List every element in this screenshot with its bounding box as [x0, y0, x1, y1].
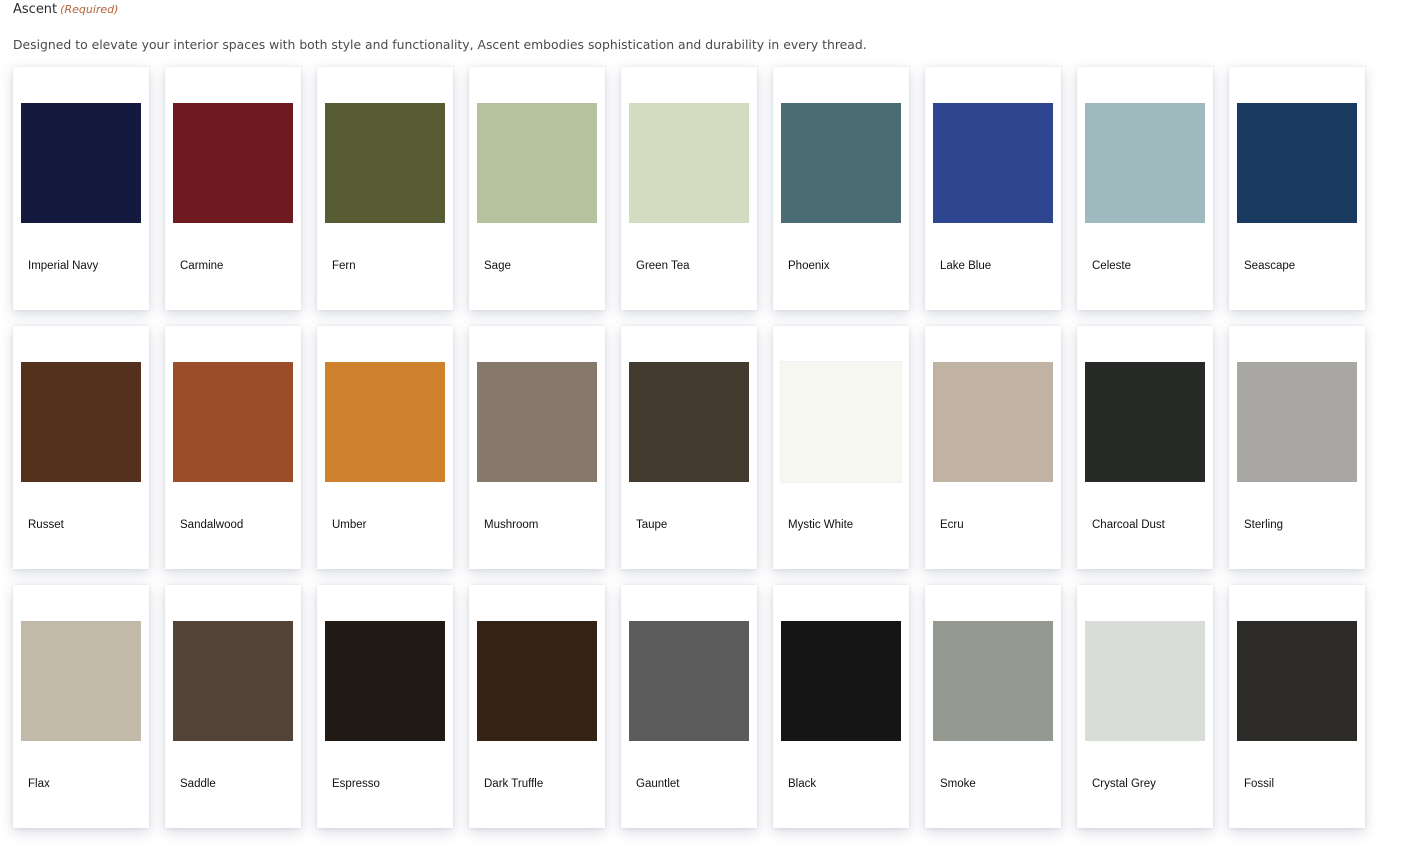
swatch-card[interactable]: Imperial Navy	[13, 67, 149, 310]
swatch-card[interactable]: Phoenix	[773, 67, 909, 310]
swatch-name: Taupe	[636, 519, 668, 531]
color-swatch	[629, 103, 749, 223]
swatch-name: Espresso	[332, 778, 380, 790]
swatch-card[interactable]: Umber	[317, 326, 453, 569]
color-swatch	[1237, 103, 1357, 223]
swatch-card[interactable]: Green Tea	[621, 67, 757, 310]
color-swatch	[173, 103, 293, 223]
swatch-name: Saddle	[180, 778, 216, 790]
swatch-name: Lake Blue	[940, 260, 992, 272]
swatch-name: Sandalwood	[180, 519, 244, 531]
swatch-name: Charcoal Dust	[1092, 519, 1165, 531]
swatch-card[interactable]: Ecru	[925, 326, 1061, 569]
swatch-name: Flax	[28, 778, 50, 790]
swatch-card[interactable]: Fern	[317, 67, 453, 310]
swatch-card[interactable]: Saddle	[165, 585, 301, 828]
required-label: (Required)	[60, 3, 119, 16]
swatch-name: Phoenix	[788, 260, 830, 272]
swatch-name: Crystal Grey	[1092, 778, 1156, 790]
swatch-card[interactable]: Seascape	[1229, 67, 1365, 310]
swatch-card[interactable]: Fossil	[1229, 585, 1365, 828]
swatch-name: Mushroom	[484, 519, 539, 531]
color-swatch	[629, 621, 749, 741]
swatch-card[interactable]: Flax	[13, 585, 149, 828]
swatch-card[interactable]: Black	[773, 585, 909, 828]
swatch-card[interactable]: Mushroom	[469, 326, 605, 569]
color-swatch	[325, 103, 445, 223]
color-swatch	[1085, 362, 1205, 482]
swatch-name: Gauntlet	[636, 778, 680, 790]
swatch-card[interactable]: Charcoal Dust	[1077, 326, 1213, 569]
swatch-card[interactable]: Lake Blue	[925, 67, 1061, 310]
swatch-card[interactable]: Sandalwood	[165, 326, 301, 569]
color-swatch	[21, 621, 141, 741]
color-swatch	[780, 361, 902, 483]
color-swatch	[477, 103, 597, 223]
swatch-name: Carmine	[180, 260, 224, 272]
color-swatch	[477, 621, 597, 741]
color-swatch	[1085, 103, 1205, 223]
swatch-name: Russet	[28, 519, 64, 531]
color-swatch	[781, 103, 901, 223]
swatch-card[interactable]: Taupe	[621, 326, 757, 569]
swatch-card[interactable]: Russet	[13, 326, 149, 569]
color-swatch	[1237, 362, 1357, 482]
swatch-name: Green Tea	[636, 260, 690, 272]
swatch-name: Fossil	[1244, 778, 1275, 790]
section-title: Ascent	[13, 2, 58, 17]
swatch-grid: Imperial Navy Carmine Fern Sage Green Tea Pho…	[13, 67, 1365, 828]
swatch-card[interactable]: Crystal Grey	[1077, 585, 1213, 828]
color-swatch	[173, 362, 293, 482]
swatch-name: Celeste	[1092, 260, 1131, 272]
color-swatch	[325, 362, 445, 482]
swatch-card[interactable]: Dark Truffle	[469, 585, 605, 828]
color-swatch	[933, 621, 1053, 741]
color-swatch	[21, 362, 141, 482]
swatch-card[interactable]: Sterling	[1229, 326, 1365, 569]
swatch-name: Smoke	[940, 778, 976, 790]
color-swatch	[933, 103, 1053, 223]
color-swatch	[325, 621, 445, 741]
swatch-card[interactable]: Gauntlet	[621, 585, 757, 828]
swatch-name: Black	[788, 778, 817, 790]
section-header: Ascent (Required)	[13, 2, 118, 17]
section-description: Designed to elevate your interior spaces…	[13, 37, 867, 52]
swatch-card[interactable]: Smoke	[925, 585, 1061, 828]
color-swatch	[781, 621, 901, 741]
swatch-name: Seascape	[1244, 260, 1296, 272]
color-swatch	[1085, 621, 1205, 741]
swatch-card[interactable]: Sage	[469, 67, 605, 310]
color-swatch	[21, 103, 141, 223]
swatch-name: Umber	[332, 519, 367, 531]
swatch-card[interactable]: Espresso	[317, 585, 453, 828]
swatch-name: Sterling	[1244, 519, 1283, 531]
swatch-name: Sage	[484, 260, 511, 272]
swatch-card[interactable]: Celeste	[1077, 67, 1213, 310]
color-swatch	[477, 362, 597, 482]
color-swatch	[933, 362, 1053, 482]
swatch-name: Mystic White	[788, 519, 854, 531]
swatch-name: Ecru	[940, 519, 964, 531]
swatch-card[interactable]: Carmine	[165, 67, 301, 310]
swatch-name: Dark Truffle	[484, 778, 544, 790]
swatch-name: Fern	[332, 260, 356, 272]
swatch-card[interactable]: Mystic White	[773, 326, 909, 569]
color-swatch	[173, 621, 293, 741]
color-swatch	[629, 362, 749, 482]
color-swatch	[1237, 621, 1357, 741]
swatch-name: Imperial Navy	[28, 260, 99, 272]
